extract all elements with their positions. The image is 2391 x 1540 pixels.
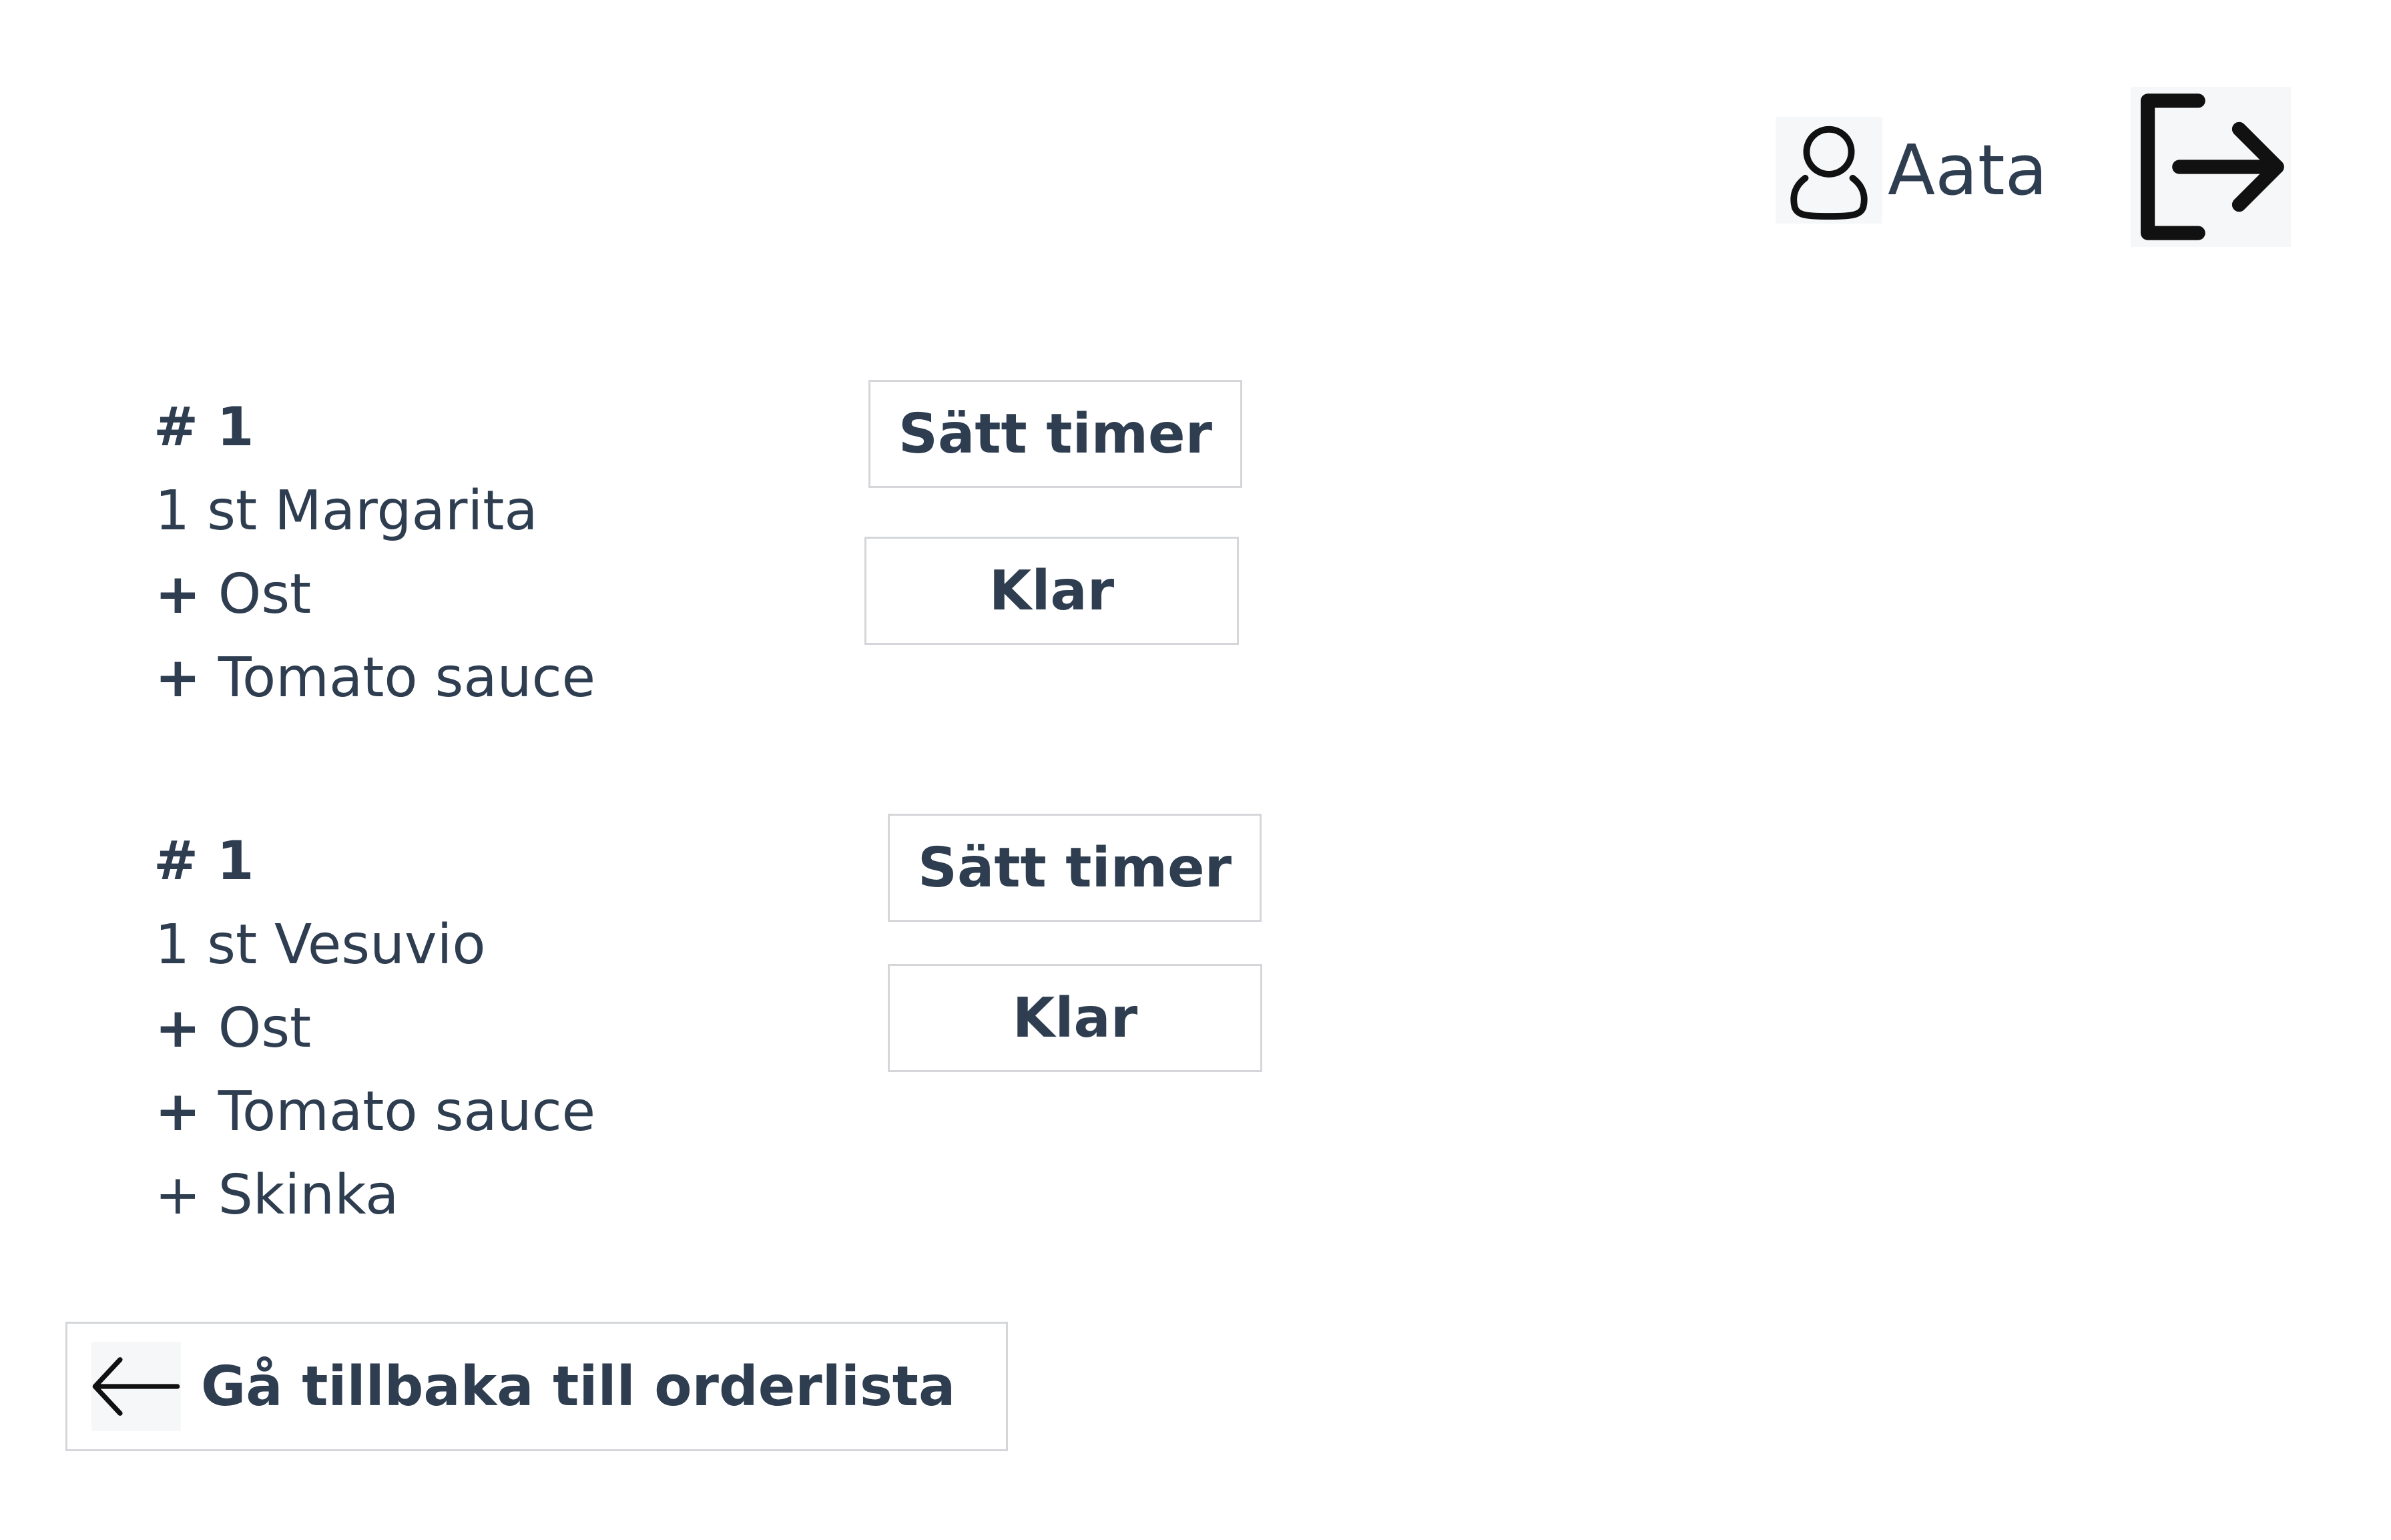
topping-line: + Skinka — [155, 1168, 398, 1223]
topping-prefix: + — [155, 997, 201, 1060]
topping-line: + Tomato sauce — [155, 651, 595, 706]
topping-name: Tomato sauce — [218, 646, 596, 710]
logout-button[interactable] — [2131, 87, 2291, 247]
topping-line: + Ost — [155, 1001, 311, 1056]
user-profile: Aata — [1776, 113, 2047, 227]
order-item: 1 st Vesuvio — [155, 913, 486, 977]
order-number: # 1 — [154, 830, 254, 892]
topping-name: Skinka — [218, 1164, 399, 1227]
topping-line: + Tomato sauce — [155, 1085, 595, 1139]
set-timer-button[interactable]: Sätt timer — [888, 814, 1262, 922]
set-timer-button[interactable]: Sätt timer — [868, 380, 1242, 488]
done-button[interactable]: Klar — [864, 537, 1239, 645]
topping-name: Ost — [218, 997, 312, 1060]
topping-name: Ost — [218, 563, 312, 626]
topping-prefix: + — [155, 563, 201, 626]
user-icon — [1776, 117, 1882, 224]
order-number: # 1 — [154, 396, 254, 458]
topping-prefix: + — [155, 646, 201, 710]
topping-name: Tomato sauce — [218, 1080, 596, 1143]
arrow-left-icon — [91, 1342, 181, 1431]
username: Aata — [1888, 130, 2048, 211]
topping-prefix: + — [155, 1164, 201, 1227]
back-button-label: Gå tillbaka till orderlista — [201, 1354, 956, 1419]
back-to-orderlist-button[interactable]: Gå tillbaka till orderlista — [65, 1322, 1008, 1451]
order-item: 1 st Margarita — [155, 479, 538, 543]
logout-icon — [2140, 93, 2284, 240]
topping-line: + Ost — [155, 567, 311, 622]
done-button[interactable]: Klar — [888, 964, 1262, 1072]
topping-prefix: + — [155, 1080, 201, 1143]
